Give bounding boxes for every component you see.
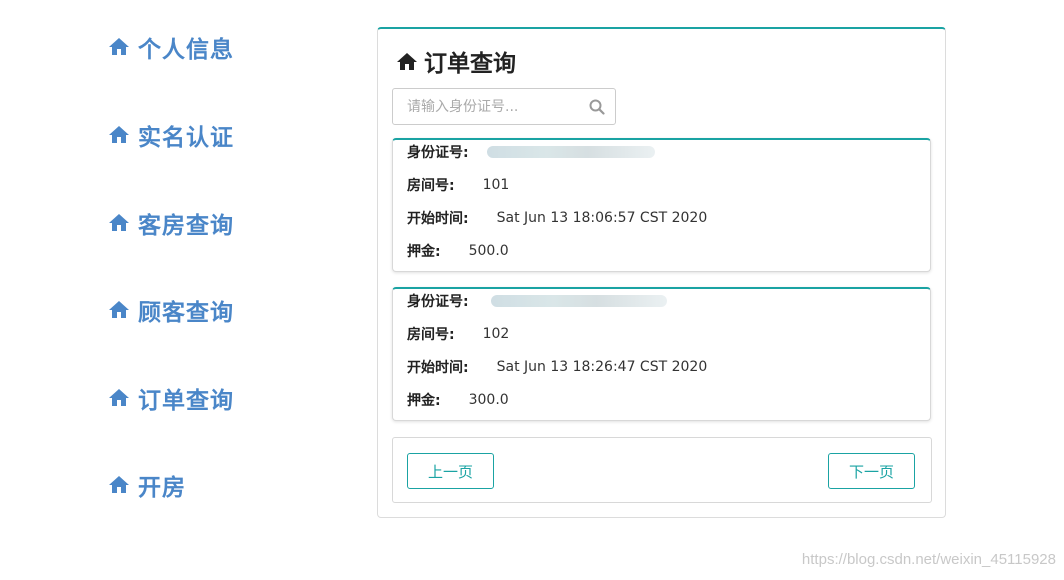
- sidebar-item-personal-info[interactable]: 个人信息: [108, 30, 234, 64]
- order-query-panel: 订单查询 身份证号: 房间号: 101 开始时间: Sat Jun 13 18:…: [377, 27, 946, 518]
- sidebar-item-order-query[interactable]: 订单查询: [108, 381, 234, 415]
- home-icon: [108, 212, 132, 234]
- order-start-row: 开始时间: Sat Jun 13 18:26:47 CST 2020: [407, 357, 707, 377]
- home-icon: [396, 51, 418, 71]
- home-icon: [108, 474, 132, 496]
- start-value: Sat Jun 13 18:06:57 CST 2020: [496, 210, 708, 226]
- order-card: 身份证号: 房间号: 102 开始时间: Sat Jun 13 18:26:47…: [392, 287, 931, 421]
- sidebar-item-label: 订单查询: [138, 388, 234, 414]
- home-icon: [108, 387, 132, 409]
- sidebar-item-label: 客房查询: [138, 213, 234, 239]
- home-icon: [108, 124, 132, 146]
- home-icon: [108, 36, 132, 58]
- watermark: https://blog.csdn.net/weixin_45115928: [801, 551, 1056, 568]
- order-deposit-row: 押金: 500.0: [407, 241, 509, 261]
- redacted-id: [490, 295, 667, 307]
- order-card: 身份证号: 房间号: 101 开始时间: Sat Jun 13 18:06:57…: [392, 138, 931, 272]
- pagination: 上一页 下一页: [392, 437, 932, 503]
- order-id-row: 身份证号:: [407, 291, 667, 311]
- room-label: 房间号:: [407, 327, 455, 343]
- sidebar-item-room-query[interactable]: 客房查询: [108, 206, 234, 240]
- deposit-value: 300.0: [468, 392, 509, 408]
- room-label: 房间号:: [407, 178, 455, 194]
- sidebar-item-realname-auth[interactable]: 实名认证: [108, 118, 234, 152]
- room-value: 101: [482, 177, 510, 193]
- search-box: [392, 88, 616, 125]
- id-label: 身份证号:: [407, 294, 469, 310]
- deposit-value: 500.0: [468, 243, 509, 259]
- start-label: 开始时间:: [407, 360, 469, 376]
- sidebar-item-label: 开房: [138, 475, 186, 501]
- page-title: 订单查询: [396, 44, 516, 78]
- order-deposit-row: 押金: 300.0: [407, 390, 509, 410]
- redacted-id: [486, 146, 655, 158]
- order-id-row: 身份证号:: [407, 142, 655, 162]
- sidebar-item-label: 顾客查询: [138, 300, 234, 326]
- order-room-row: 房间号: 102: [407, 324, 509, 344]
- start-value: Sat Jun 13 18:26:47 CST 2020: [496, 359, 708, 375]
- deposit-label: 押金:: [407, 393, 441, 409]
- id-label: 身份证号:: [407, 145, 469, 161]
- deposit-label: 押金:: [407, 244, 441, 260]
- sidebar-item-label: 实名认证: [138, 125, 234, 151]
- start-label: 开始时间:: [407, 211, 469, 227]
- sidebar-item-open-room[interactable]: 开房: [108, 468, 186, 502]
- sidebar-item-customer-query[interactable]: 顾客查询: [108, 293, 234, 327]
- home-icon: [108, 299, 132, 321]
- room-value: 102: [482, 326, 510, 342]
- order-start-row: 开始时间: Sat Jun 13 18:06:57 CST 2020: [407, 208, 707, 228]
- page-title-text: 订单查询: [424, 51, 516, 77]
- search-input[interactable]: [393, 89, 583, 124]
- search-icon[interactable]: [589, 99, 605, 115]
- order-room-row: 房间号: 101: [407, 175, 509, 195]
- sidebar-item-label: 个人信息: [138, 37, 234, 63]
- prev-page-button[interactable]: 上一页: [407, 453, 494, 489]
- next-page-button[interactable]: 下一页: [828, 453, 915, 489]
